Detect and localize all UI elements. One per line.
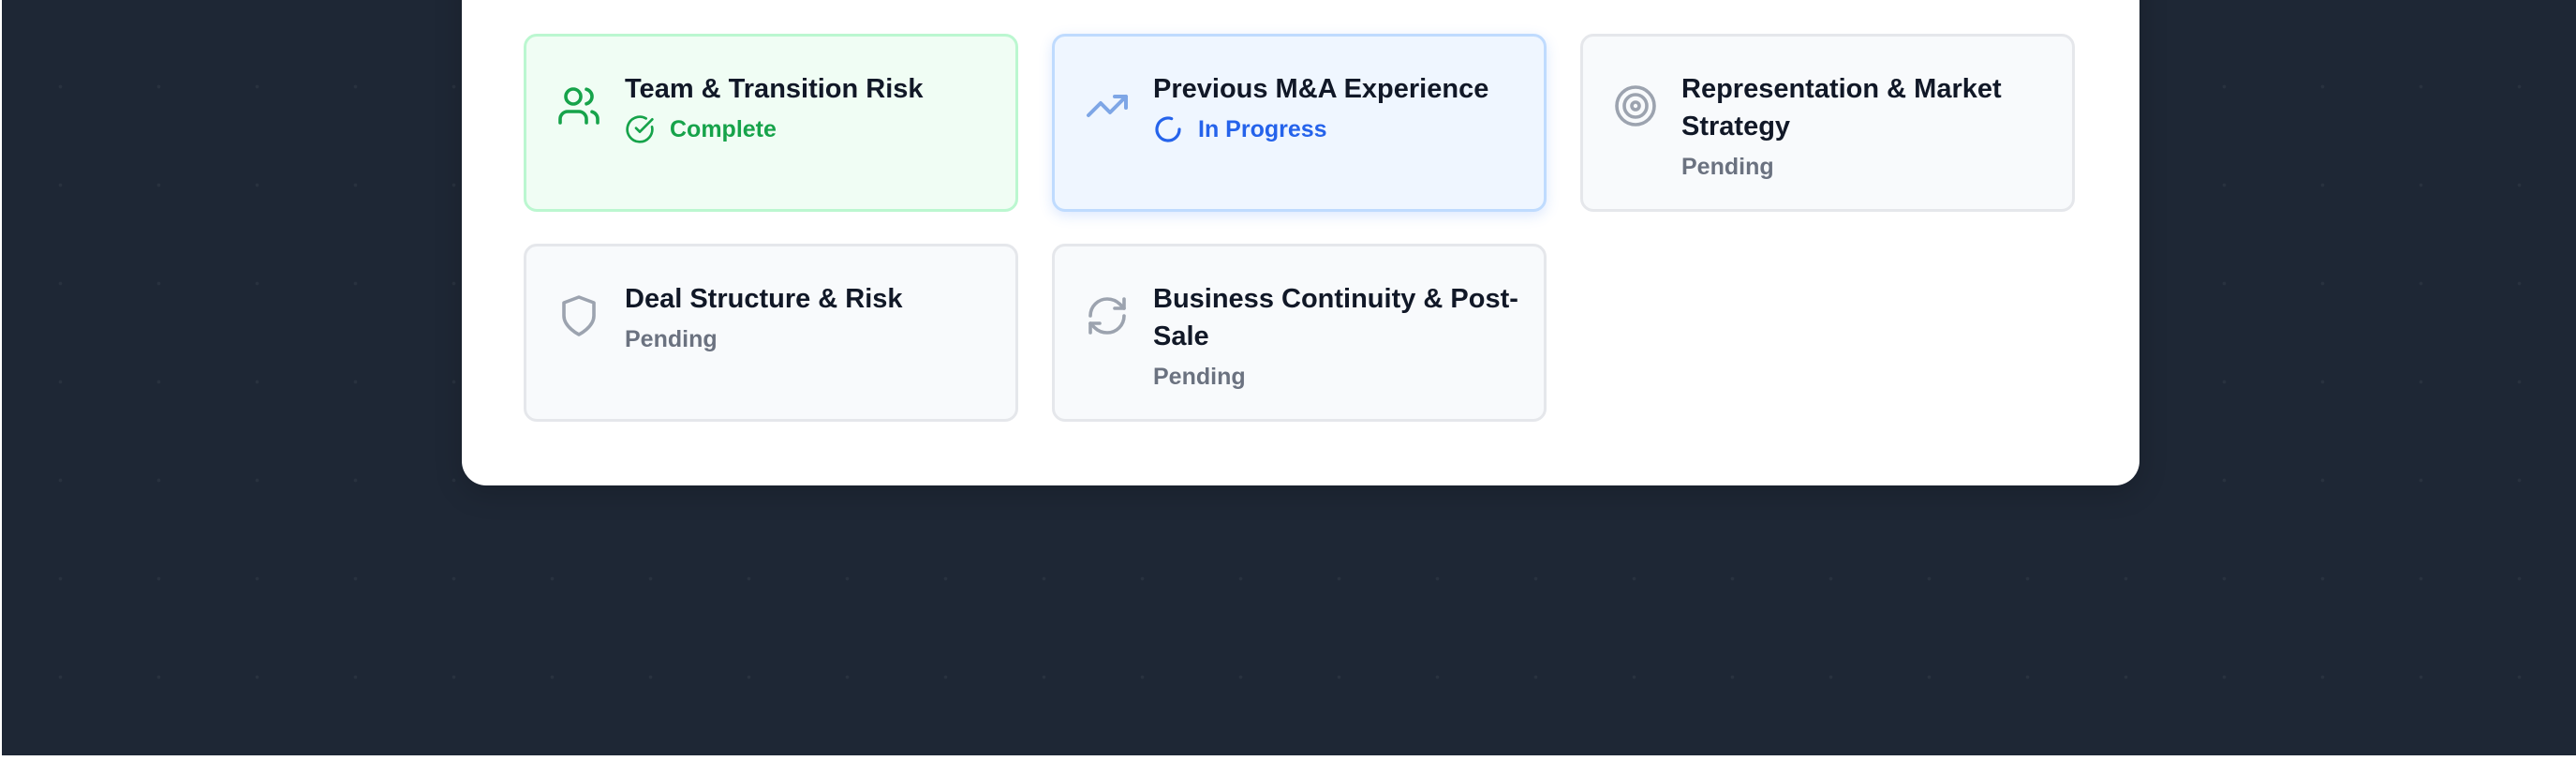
card-business-continuity-post-sale[interactable]: Business Continuity & Post-Sale Pending: [1052, 244, 1547, 422]
status-label: In Progress: [1198, 116, 1327, 142]
status-label: Complete: [670, 116, 777, 142]
check-circle-icon: [625, 114, 655, 144]
card-previous-ma-experience[interactable]: Previous M&A Experience In Progress: [1052, 34, 1547, 212]
card-title: Deal Structure & Risk: [625, 284, 903, 314]
card-team-transition-risk[interactable]: Team & Transition Risk Complete: [524, 34, 1018, 212]
shield-icon: [556, 293, 601, 338]
assessment-panel: Team & Transition Risk Complete Previous…: [462, 0, 2139, 485]
card-title: Business Continuity & Post-Sale: [1153, 284, 1518, 351]
users-icon: [556, 83, 601, 128]
status-badge: Complete: [625, 113, 999, 145]
card-deal-structure-risk[interactable]: Deal Structure & Risk Pending: [524, 244, 1018, 422]
card-representation-market-strategy[interactable]: Representation & Market Strategy Pending: [1580, 34, 2075, 212]
status-label: Pending: [1153, 364, 1246, 390]
target-icon: [1613, 83, 1658, 128]
status-badge: In Progress: [1153, 113, 1528, 145]
status-badge: Pending: [1153, 361, 1528, 393]
loading-spinner-icon: [1153, 114, 1183, 144]
card-title: Previous M&A Experience: [1153, 74, 1489, 104]
status-label: Pending: [625, 326, 718, 352]
card-title: Representation & Market Strategy: [1681, 74, 2002, 142]
refresh-icon: [1085, 293, 1130, 338]
trending-up-icon: [1085, 83, 1130, 128]
card-title: Team & Transition Risk: [625, 74, 924, 104]
status-badge: Pending: [625, 323, 999, 355]
status-badge: Pending: [1681, 151, 2056, 183]
status-label: Pending: [1681, 154, 1774, 180]
